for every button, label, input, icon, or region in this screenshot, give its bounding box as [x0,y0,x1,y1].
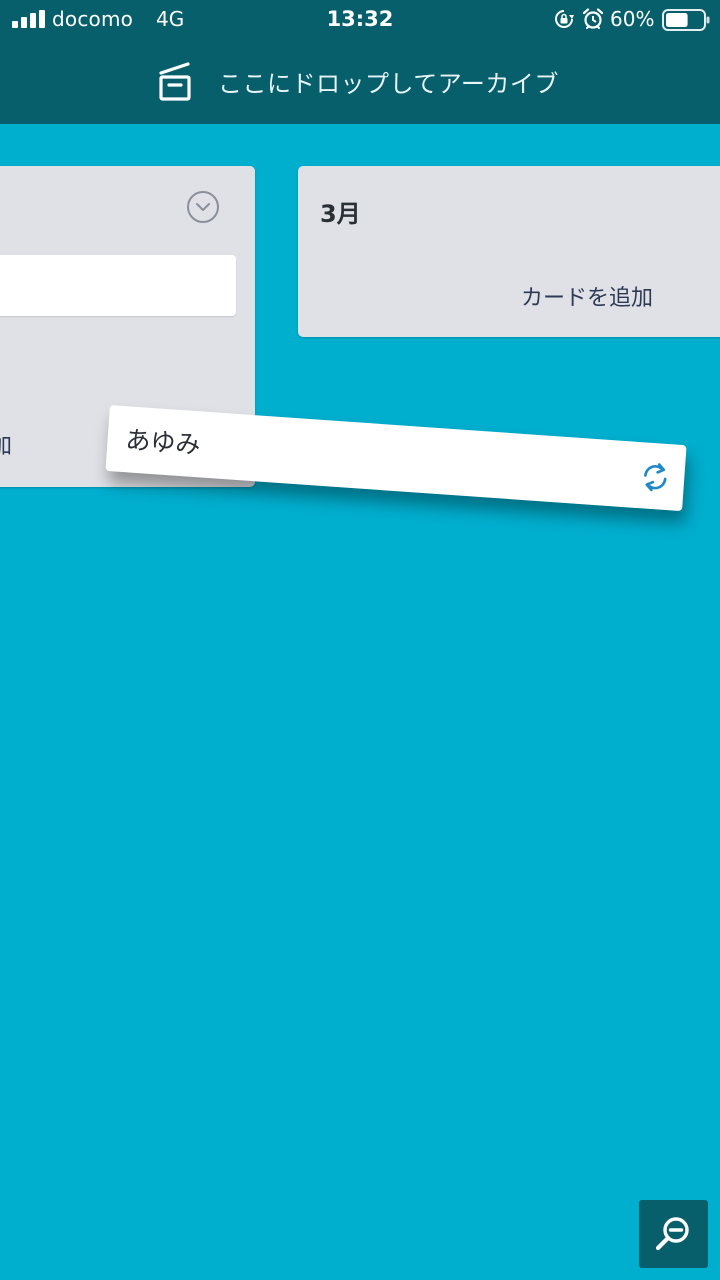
dragging-card[interactable]: あゆみ [105,405,687,512]
top-bar: docomo 4G 13:32 60% ここにドロップしてアーカイブ [0,0,720,124]
archive-label: ここにドロップしてアーカイブ [218,70,559,98]
zoom-out-icon [655,1217,689,1251]
sync-icon [644,463,667,492]
list-card[interactable] [0,255,236,316]
chevron-down-circle-icon[interactable] [186,190,220,224]
list-title[interactable]: 3月 [320,194,361,229]
add-card-button[interactable]: 加 [0,428,12,460]
archive-drop-zone[interactable]: ここにドロップしてアーカイブ [0,44,720,120]
archive-box-icon [159,62,191,101]
status-bar: docomo 4G 13:32 60% [0,0,720,40]
battery-icon [662,9,710,31]
list-column-march: 3月 カードを追加 [298,166,720,337]
zoom-out-button[interactable] [639,1200,708,1268]
alarm-icon [582,8,604,29]
add-card-button[interactable]: カードを追加 [521,280,653,312]
rotation-lock-icon [555,10,574,28]
battery-percent: 60% [610,7,655,31]
card-title: あゆみ [124,425,202,460]
